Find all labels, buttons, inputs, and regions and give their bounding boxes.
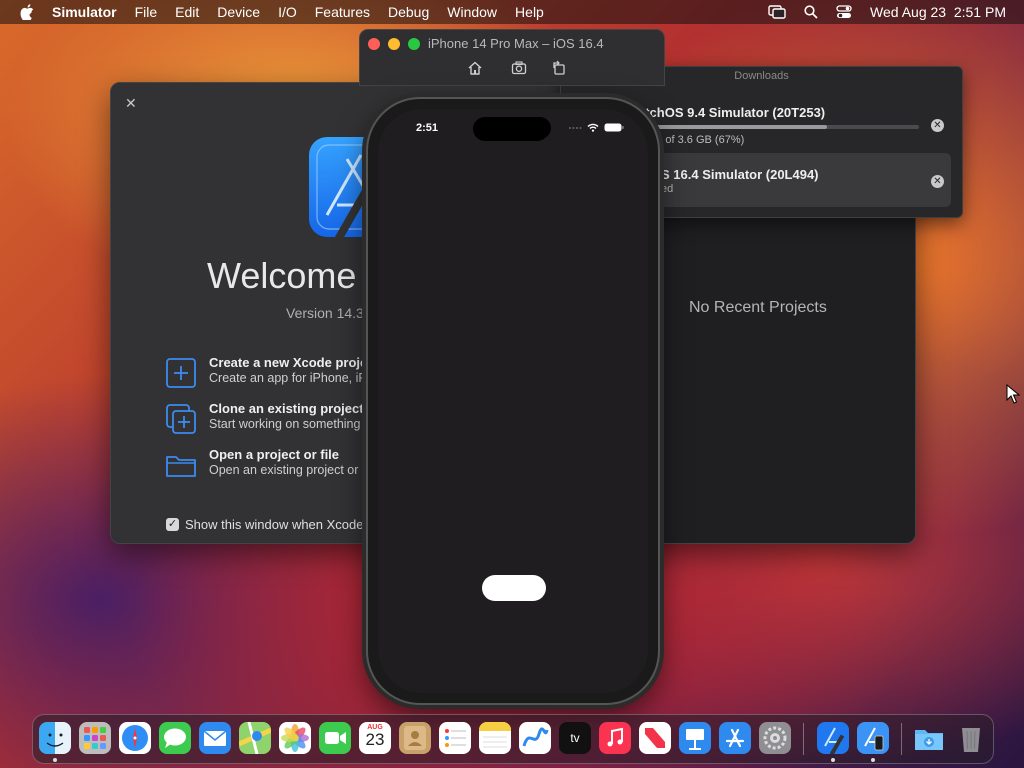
create-project-subtitle: Create an app for iPhone, iP	[209, 371, 367, 385]
cancel-download-icon[interactable]: ✕	[931, 175, 944, 188]
spotlight-search-icon[interactable]	[804, 5, 818, 19]
news-icon[interactable]	[639, 722, 671, 754]
menubar-clock[interactable]: Wed Aug 23 2:51 PM	[870, 4, 1006, 20]
close-icon[interactable]: ✕	[125, 95, 137, 112]
calendar-icon[interactable]: AUG 23	[359, 722, 391, 754]
xcode-icon[interactable]	[817, 722, 849, 754]
dock-separator	[803, 723, 804, 755]
status-bar-time: 2:51	[416, 122, 439, 134]
status-bar-right	[568, 123, 624, 132]
trash-icon[interactable]	[955, 722, 987, 754]
menu-features[interactable]: Features	[315, 4, 370, 20]
no-recent-projects-label: No Recent Projects	[689, 299, 827, 316]
create-project-title: Create a new Xcode proje	[209, 355, 368, 370]
reminders-icon[interactable]	[439, 722, 471, 754]
apple-tv-label: tv	[570, 731, 580, 745]
contacts-icon[interactable]	[399, 722, 431, 754]
open-project-subtitle: Open an existing project or f	[209, 463, 366, 477]
show-window-checkbox-row[interactable]: ✓ Show this window when Xcode	[166, 517, 364, 532]
control-center-icon[interactable]	[836, 5, 852, 19]
menu-file[interactable]: File	[135, 4, 158, 20]
minimize-window-button[interactable]	[388, 38, 400, 50]
battery-icon	[604, 123, 624, 132]
simulator-titlebar: iPhone 14 Pro Max – iOS 16.4	[359, 29, 665, 86]
messages-icon[interactable]	[159, 722, 191, 754]
mouse-cursor-icon	[1006, 384, 1020, 404]
new-project-icon	[166, 358, 196, 388]
menu-window[interactable]: Window	[447, 4, 497, 20]
home-icon[interactable]	[467, 60, 483, 76]
iphone-device-frame: 2:51	[366, 97, 660, 705]
show-window-checkbox[interactable]: ✓	[166, 518, 179, 531]
download-item-status: B of 3.6 GB (67%)	[655, 134, 745, 146]
iphone-screen[interactable]: 2:51	[378, 109, 648, 693]
show-window-label: Show this window when Xcode	[185, 517, 364, 532]
screenshot-icon[interactable]	[511, 60, 527, 76]
screen-mirroring-icon[interactable]	[768, 5, 786, 19]
apple-tv-icon[interactable]: tv	[559, 722, 591, 754]
app-store-icon[interactable]	[719, 722, 751, 754]
menu-bar: Simulator File Edit Device I/O Features …	[0, 0, 1024, 24]
running-indicator	[871, 758, 875, 762]
running-indicator	[831, 758, 835, 762]
download-item-status: ed	[661, 183, 674, 195]
cancel-download-icon[interactable]: ✕	[931, 119, 944, 132]
download-item-name: S 16.4 Simulator (20L494)	[661, 167, 819, 182]
wifi-icon	[587, 123, 599, 132]
download-item-name: atchOS 9.4 Simulator (20T253)	[638, 105, 826, 120]
running-indicator	[53, 758, 57, 762]
screen-white-pill[interactable]	[482, 575, 546, 601]
dock: AUG 23 tv	[32, 714, 994, 764]
mail-icon[interactable]	[199, 722, 231, 754]
menu-debug[interactable]: Debug	[388, 4, 429, 20]
download-progress-bar	[641, 125, 919, 129]
clone-project-icon	[166, 404, 196, 434]
menu-device[interactable]: Device	[217, 4, 260, 20]
downloads-folder-icon[interactable]	[913, 722, 945, 754]
keynote-icon[interactable]	[679, 722, 711, 754]
facetime-icon[interactable]	[319, 722, 351, 754]
welcome-title: Welcome	[207, 255, 357, 296]
cellular-signal-icon	[569, 126, 582, 129]
menu-edit[interactable]: Edit	[175, 4, 199, 20]
photos-icon[interactable]	[279, 722, 311, 754]
clone-project-title: Clone an existing project	[209, 401, 364, 416]
zoom-window-button[interactable]	[408, 38, 420, 50]
close-window-button[interactable]	[368, 38, 380, 50]
music-icon[interactable]	[599, 722, 631, 754]
simulator-window-title: iPhone 14 Pro Max – iOS 16.4	[428, 36, 604, 51]
notes-icon[interactable]	[479, 722, 511, 754]
launchpad-icon[interactable]	[79, 722, 111, 754]
dock-separator	[901, 723, 902, 755]
finder-icon[interactable]	[39, 722, 71, 754]
download-progress-fill	[641, 125, 828, 129]
menu-io[interactable]: I/O	[278, 4, 297, 20]
freeform-icon[interactable]	[519, 722, 551, 754]
clone-project-subtitle: Start working on something	[209, 417, 361, 431]
version-label: Version 14.3.1	[286, 305, 376, 321]
open-project-title: Open a project or file	[209, 447, 340, 462]
folder-icon	[166, 456, 196, 477]
camera-cutout	[529, 117, 551, 139]
simulator-icon[interactable]	[857, 722, 889, 754]
menu-app-name[interactable]: Simulator	[52, 4, 117, 20]
calendar-day: 23	[365, 730, 385, 749]
maps-icon[interactable]	[239, 722, 271, 754]
safari-icon[interactable]	[119, 722, 151, 754]
rotate-icon[interactable]	[551, 60, 567, 76]
apple-menu-icon[interactable]	[20, 4, 34, 20]
menu-help[interactable]: Help	[515, 4, 544, 20]
system-settings-icon[interactable]	[759, 722, 791, 754]
